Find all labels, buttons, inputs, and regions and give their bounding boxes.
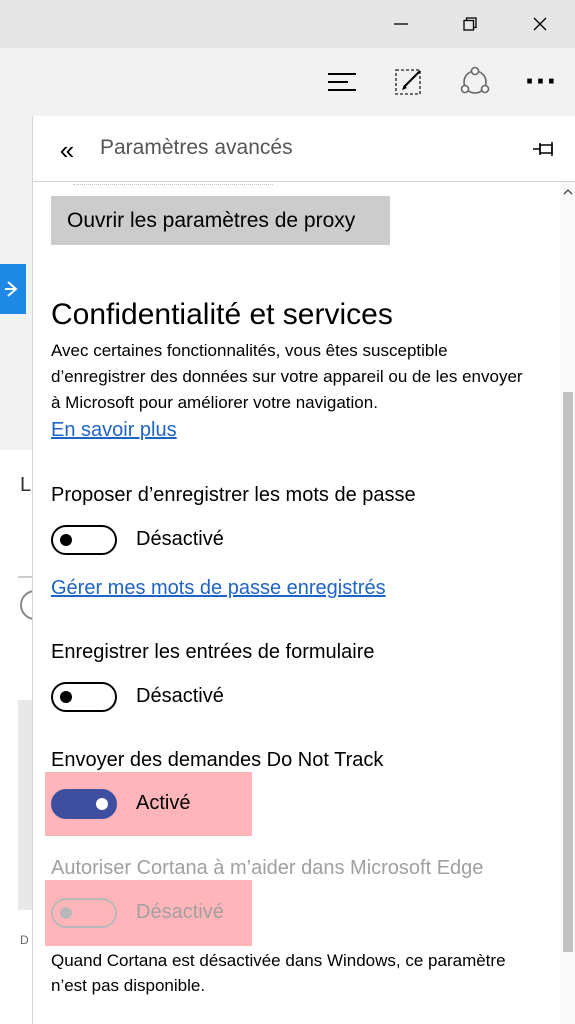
form-entries-state: Désactivé: [136, 685, 224, 707]
background-letter-d: D: [20, 933, 29, 947]
clipped-content-edge: [73, 184, 273, 187]
do-not-track-label: Envoyer des demandes Do Not Track: [51, 749, 384, 771]
toggle-knob: [96, 798, 108, 810]
toggle-knob: [60, 907, 72, 919]
background-divider: [18, 576, 32, 578]
hub-button[interactable]: [317, 58, 367, 106]
more-icon: ···: [524, 67, 558, 97]
hub-icon: [328, 73, 356, 91]
panel-header: « Paramètres avancés: [33, 116, 575, 182]
cortana-label: Autoriser Cortana à m’aider dans Microso…: [51, 857, 484, 879]
toggle-knob: [60, 534, 72, 546]
cortana-state: Désactivé: [136, 901, 224, 923]
chevron-up-icon: [563, 189, 573, 195]
minimize-icon: [394, 23, 408, 25]
do-not-track-toggle[interactable]: [51, 789, 117, 819]
toggle-knob: [60, 691, 72, 703]
privacy-section-title: Confidentialité et services: [51, 298, 393, 331]
scroll-thumb[interactable]: [563, 392, 573, 952]
close-button[interactable]: [510, 0, 570, 48]
open-proxy-settings-button[interactable]: Ouvrir les paramètres de proxy: [51, 196, 390, 245]
back-button[interactable]: «: [49, 132, 85, 168]
cortana-toggle: [51, 898, 117, 928]
title-bar: [0, 0, 575, 48]
share-button[interactable]: [450, 58, 500, 106]
manage-passwords-link[interactable]: Gérer mes mots de passe enregistrés: [51, 577, 386, 600]
more-button[interactable]: ···: [516, 58, 566, 106]
web-note-icon: [395, 69, 421, 95]
background-card: [18, 700, 32, 910]
pin-button[interactable]: [527, 134, 563, 164]
learn-more-link[interactable]: En savoir plus: [51, 419, 177, 442]
browser-toolbar: ···: [0, 48, 575, 116]
share-icon: [460, 66, 490, 94]
scrollbar[interactable]: [560, 182, 575, 1024]
privacy-description: Avec certaines fonctionnalités, vous ête…: [51, 341, 523, 412]
double-chevron-left-icon: «: [59, 134, 75, 165]
pin-icon: [533, 142, 553, 156]
background-arrow-button[interactable]: [0, 264, 26, 314]
scroll-up-button[interactable]: [560, 184, 575, 200]
background-letter-l: L: [20, 474, 32, 496]
do-not-track-state: Activé: [136, 792, 191, 814]
save-passwords-state: Désactivé: [136, 528, 224, 550]
form-entries-toggle[interactable]: [51, 682, 117, 712]
cortana-note: Quand Cortana est désactivée dans Window…: [51, 951, 506, 995]
restore-button[interactable]: [440, 0, 500, 48]
close-icon: [533, 17, 547, 31]
arrow-right-icon: [5, 281, 18, 297]
restore-icon: [463, 17, 477, 31]
advanced-settings-panel: « Paramètres avancés Ouvrir les paramètr…: [32, 116, 575, 1024]
minimize-button[interactable]: [371, 0, 431, 48]
save-passwords-label: Proposer d’enregistrer les mots de passe: [51, 484, 416, 506]
web-note-button[interactable]: [384, 58, 434, 106]
form-entries-label: Enregistrer les entrées de formulaire: [51, 641, 375, 663]
save-passwords-toggle[interactable]: [51, 525, 117, 555]
panel-title: Paramètres avancés: [100, 136, 293, 159]
